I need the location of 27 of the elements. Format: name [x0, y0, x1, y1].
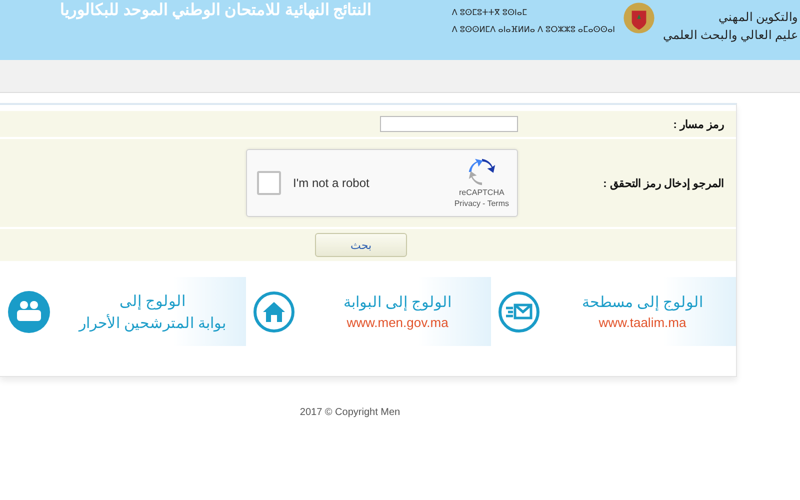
website-address: www.men.gov.ma	[346, 315, 448, 330]
code-input-field[interactable]	[380, 116, 518, 132]
recaptcha-logo-icon	[468, 158, 496, 186]
search-button[interactable]: بحث	[315, 233, 407, 257]
page-title: النتائج النهائية للامتحان الوطني الموحد للبكالوريا	[60, 1, 372, 20]
ministry-name-arabic: عليم العالي والبحث العلمي	[662, 28, 798, 42]
checkbox-label: I'm not a robot	[293, 176, 370, 190]
ministry-name-tifinagh: ⴷ ⵓⵙⵙⵍⵎⴷ ⴰⵏⴰⴼⵍⵍⴰ ⴷ ⵓⵔⵣⵣⵓ ⴰⵎⴰⵙⵙⴰⵏ	[452, 25, 615, 34]
field-label: المرجو إدخال رمز التحقق :	[602, 176, 725, 190]
website-address: www.taalim.ma	[598, 315, 686, 330]
house-icon	[252, 290, 296, 334]
coat-of-arms-icon	[620, 0, 657, 36]
banner-caption: الولوج إلى مسطحة	[582, 293, 704, 311]
copyright-notice: 2017 © Copyright Men	[298, 407, 402, 418]
terms-link[interactable]: Terms	[487, 199, 509, 208]
envelope-icon	[497, 290, 541, 334]
robot-checkbox[interactable]	[257, 171, 281, 195]
people-icon	[7, 290, 51, 334]
banner-caption: الولوج إلى البوابة	[343, 293, 452, 311]
ministry-name-arabic: والتكوين المهني	[718, 10, 798, 24]
recaptcha-brand: reCAPTCHA	[458, 188, 504, 197]
link-separator: -	[482, 199, 486, 208]
banner-caption: الولوج إلى	[119, 292, 186, 310]
field-label: رمز مسار :	[672, 118, 725, 130]
ministry-name-tifinagh: ⴷ ⵓⵙⵎⵓⵜⵜⴳ ⵓⵙⵏⴰⵎ	[452, 8, 528, 17]
privacy-link[interactable]: Privacy	[454, 199, 481, 208]
banner-caption: بوابة المترشحين الأحرار	[78, 314, 226, 332]
